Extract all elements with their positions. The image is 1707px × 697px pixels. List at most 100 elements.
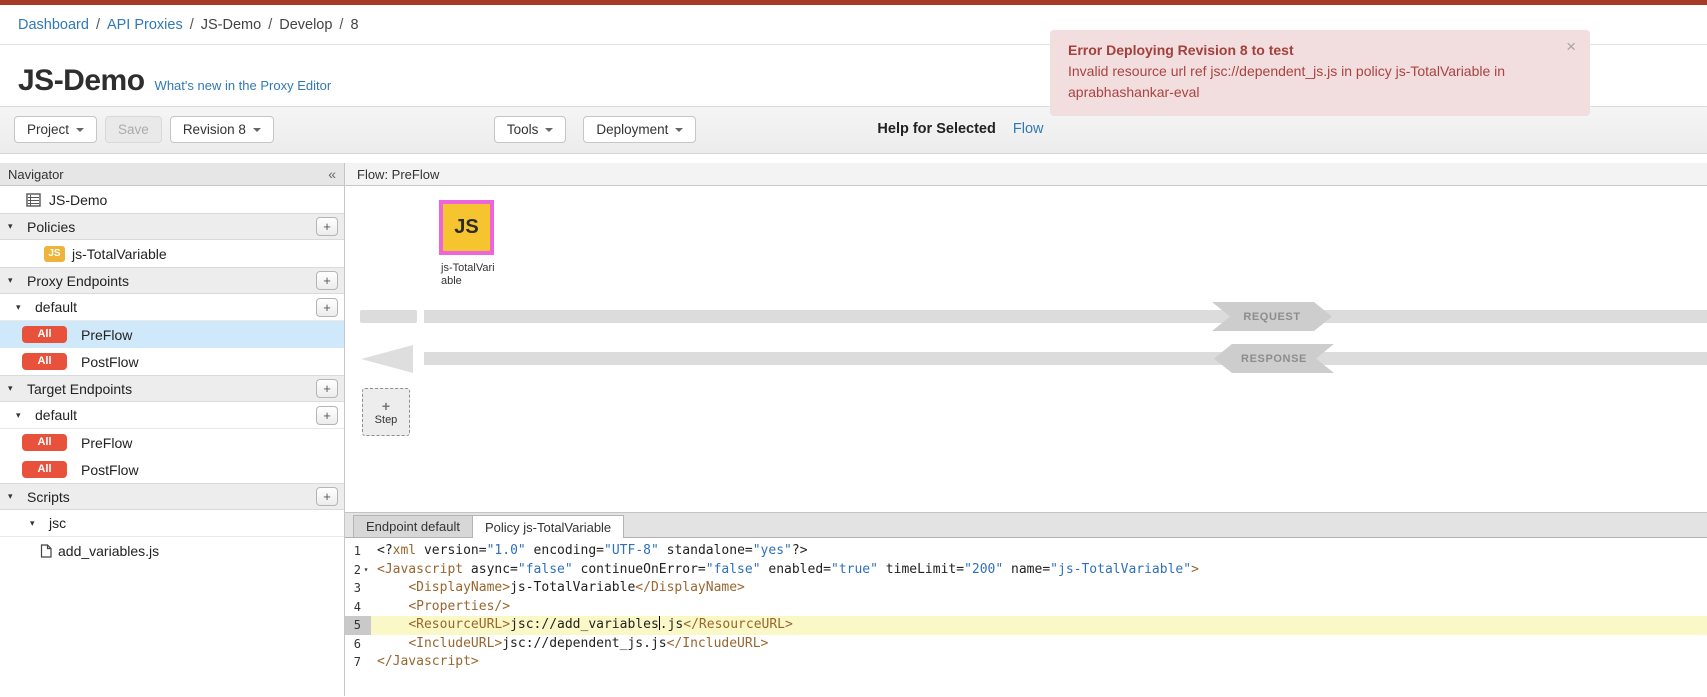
nav-section-proxy-endpoints[interactable]: ▾ Proxy Endpoints +: [0, 267, 344, 294]
code-text: <ResourceURL>jsc://add_variables.js</Res…: [371, 616, 793, 635]
add-step-button[interactable]: + Step: [362, 388, 410, 436]
navigator-panel: Navigator « JS-Demo▾Policies+JSjs-TotalV…: [0, 163, 345, 696]
line-number: 2▾: [345, 561, 371, 580]
nav-item-preflow[interactable]: AllPreFlow: [0, 429, 344, 456]
add-proxy-endpoints-button[interactable]: +: [316, 271, 338, 290]
nav-item-label: jsc: [49, 515, 66, 531]
code-line: 7</Javascript>: [345, 653, 1707, 672]
plus-icon: +: [382, 399, 390, 413]
breadcrumb-item-dashboard[interactable]: Dashboard: [18, 17, 89, 33]
project-button[interactable]: Project: [14, 116, 97, 143]
request-lane-start: [360, 310, 417, 323]
breadcrumb-separator: /: [339, 17, 343, 33]
add-default-button[interactable]: +: [316, 298, 338, 317]
flow-canvas: JS js-TotalVariable REQUEST RESPONSE + S…: [345, 186, 1707, 512]
code-editor[interactable]: 1<?xml version="1.0" encoding="UTF-8" st…: [345, 538, 1707, 696]
flow-panel-header: Flow: PreFlow: [345, 163, 1707, 186]
breadcrumb-separator: /: [268, 17, 272, 33]
flow-panel-title: Flow: PreFlow: [357, 167, 439, 182]
all-badge: All: [22, 326, 67, 343]
save-button[interactable]: Save: [105, 116, 162, 143]
nav-section-label: Proxy Endpoints: [27, 273, 129, 289]
breadcrumb-item-js-demo: JS-Demo: [201, 17, 261, 33]
caret-down-icon[interactable]: ▾: [8, 221, 21, 232]
nav-item-postflow[interactable]: AllPostFlow: [0, 456, 344, 483]
revision-button[interactable]: Revision 8: [170, 116, 274, 143]
caret-down-icon[interactable]: ▾: [30, 518, 43, 529]
nav-section-scripts[interactable]: ▾Scripts+: [0, 483, 344, 510]
line-number: 7: [345, 653, 371, 672]
add-policies-button[interactable]: +: [316, 217, 338, 236]
nav-section-policies[interactable]: ▾ Policies +: [0, 213, 344, 240]
breadcrumb-separator: /: [190, 17, 194, 33]
flow-help-link[interactable]: Flow: [1013, 116, 1044, 143]
tab-policy-js-totalvariable[interactable]: Policy js-TotalVariable: [472, 515, 624, 538]
nav-item-default[interactable]: ▾default+: [0, 294, 344, 321]
policy-node-js[interactable]: JS: [439, 200, 494, 255]
response-arrow-icon: [361, 345, 413, 373]
nav-item-js-demo[interactable]: JS-Demo: [0, 186, 344, 213]
deployment-button[interactable]: Deployment: [583, 116, 696, 143]
error-toast-message: Invalid resource url ref jsc://dependent…: [1068, 61, 1550, 103]
breadcrumb-item-api-proxies[interactable]: API Proxies: [107, 17, 183, 33]
collapse-navigator-icon[interactable]: «: [328, 166, 336, 182]
chevron-down-icon: [253, 128, 261, 132]
response-lane-label: RESPONSE: [1214, 344, 1334, 373]
editor-tab-bar: Endpoint defaultPolicy js-TotalVariable: [345, 512, 1707, 538]
nav-item-label: js-TotalVariable: [72, 246, 167, 262]
breadcrumb-item-8: 8: [350, 17, 358, 33]
nav-item-postflow[interactable]: All PostFlow: [0, 348, 344, 375]
proxy-icon: [26, 193, 41, 207]
add-default-button[interactable]: +: [316, 406, 338, 425]
caret-down-icon[interactable]: ▾: [8, 383, 21, 394]
chevron-down-icon: [545, 128, 553, 132]
breadcrumb-separator: /: [96, 17, 100, 33]
help-for-selected-label: Help for Selected: [877, 116, 995, 143]
caret-down-icon[interactable]: ▾: [8, 275, 21, 286]
add-scripts-button[interactable]: +: [316, 487, 338, 506]
nav-item-label: add_variables.js: [58, 543, 159, 559]
line-number: 6: [345, 635, 371, 654]
fold-caret-icon[interactable]: ▾: [361, 561, 371, 580]
tools-button[interactable]: Tools: [494, 116, 567, 143]
nav-section-label: Target Endpoints: [27, 381, 132, 397]
chevron-down-icon: [675, 128, 683, 132]
line-number: 1: [345, 542, 371, 561]
code-text: <Javascript async="false" continueOnErro…: [371, 561, 1199, 580]
nav-item-preflow[interactable]: All PreFlow: [0, 321, 344, 348]
nav-item-default[interactable]: ▾ default +: [0, 402, 344, 429]
toast-close-icon[interactable]: ×: [1566, 38, 1576, 55]
nav-item-label: default: [35, 407, 77, 423]
code-text: <DisplayName>js-TotalVariable</DisplayNa…: [371, 579, 745, 598]
code-line: 2▾<Javascript async="false" continueOnEr…: [345, 561, 1707, 580]
add-target-endpoints-button[interactable]: +: [316, 379, 338, 398]
all-badge: All: [22, 434, 67, 451]
nav-item-jsc[interactable]: ▾ jsc: [0, 510, 344, 537]
nav-item-label: PostFlow: [81, 354, 139, 370]
request-lane: [424, 310, 1707, 323]
nav-item-label: PreFlow: [81, 327, 132, 343]
nav-item-add-variables-js[interactable]: add_variables.js: [0, 537, 344, 564]
nav-section-target-endpoints[interactable]: ▾ Target Endpoints +: [0, 375, 344, 402]
error-toast: Error Deploying Revision 8 to test Inval…: [1050, 30, 1590, 116]
file-icon: [40, 544, 52, 558]
code-line: 6 <IncludeURL>jsc://dependent_js.js</Inc…: [345, 635, 1707, 654]
nav-item-label: JS-Demo: [49, 192, 107, 208]
code-text: <?xml version="1.0" encoding="UTF-8" sta…: [371, 542, 808, 561]
caret-down-icon[interactable]: ▾: [8, 491, 21, 502]
nav-section-label: Policies: [27, 219, 75, 235]
tab-endpoint-default[interactable]: Endpoint default: [353, 515, 473, 537]
code-text: </Javascript>: [371, 653, 479, 672]
code-line: 1<?xml version="1.0" encoding="UTF-8" st…: [345, 542, 1707, 561]
chevron-down-icon: [76, 128, 84, 132]
caret-down-icon[interactable]: ▾: [16, 302, 29, 313]
all-badge: All: [22, 353, 67, 370]
caret-down-icon[interactable]: ▾: [16, 410, 29, 421]
whats-new-link[interactable]: What's new in the Proxy Editor: [155, 78, 332, 93]
all-badge: All: [22, 461, 67, 478]
line-number: 4: [345, 598, 371, 617]
policy-node-label: js-TotalVariable: [441, 262, 498, 288]
gap-strip: [0, 154, 1707, 163]
line-number: 5: [345, 616, 371, 635]
nav-item-js-totalvariable[interactable]: JSjs-TotalVariable: [0, 240, 344, 267]
